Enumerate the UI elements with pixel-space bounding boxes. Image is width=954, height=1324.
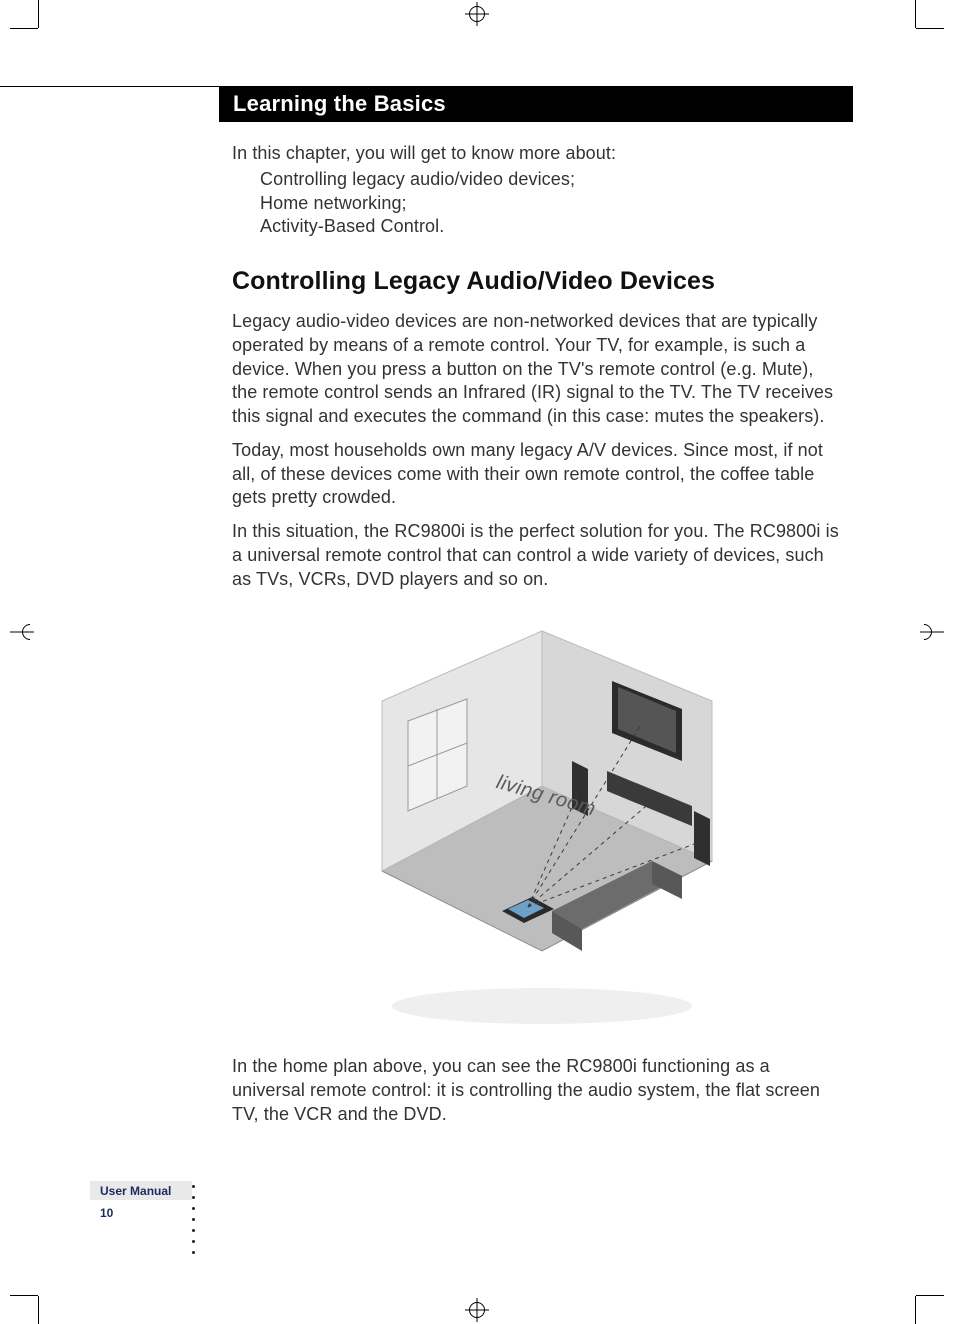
registration-mark-icon	[10, 620, 34, 644]
intro-lead: In this chapter, you will get to know mo…	[232, 142, 842, 166]
crop-mark	[915, 0, 916, 28]
body-paragraph: Legacy audio-video devices are non-netwo…	[232, 310, 842, 429]
crop-mark	[38, 0, 39, 28]
crop-mark	[916, 1295, 944, 1296]
body-paragraph: Today, most households own many legacy A…	[232, 439, 842, 510]
page-number: 10	[100, 1206, 220, 1220]
crop-mark	[38, 1296, 39, 1324]
footer-label: User Manual	[100, 1184, 171, 1198]
intro-bullet: Activity-Based Control.	[260, 215, 842, 239]
section-heading: Controlling Legacy Audio/Video Devices	[232, 265, 842, 298]
chapter-title: Learning the Basics	[233, 91, 446, 117]
living-room-illustration: living room	[322, 611, 752, 1031]
footer-label-bar: User Manual	[90, 1181, 192, 1200]
registration-mark-icon	[920, 620, 944, 644]
body-paragraph: In this situation, the RC9800i is the pe…	[232, 520, 842, 591]
crop-mark	[10, 1295, 38, 1296]
crop-mark	[10, 28, 38, 29]
room-diagram-icon	[322, 611, 752, 1031]
page-footer: User Manual 10	[90, 1181, 220, 1220]
chapter-header: Learning the Basics	[219, 86, 853, 122]
crop-mark	[915, 1296, 916, 1324]
intro-bullet: Home networking;	[260, 192, 842, 216]
body-column: In this chapter, you will get to know mo…	[232, 142, 842, 1137]
crop-mark	[916, 28, 944, 29]
footer-dots-icon	[192, 1185, 195, 1254]
registration-mark-icon	[465, 1298, 489, 1322]
figure-caption: In the home plan above, you can see the …	[232, 1055, 842, 1126]
divider	[0, 86, 219, 87]
intro-bullet: Controlling legacy audio/video devices;	[260, 168, 842, 192]
registration-mark-icon	[465, 2, 489, 26]
